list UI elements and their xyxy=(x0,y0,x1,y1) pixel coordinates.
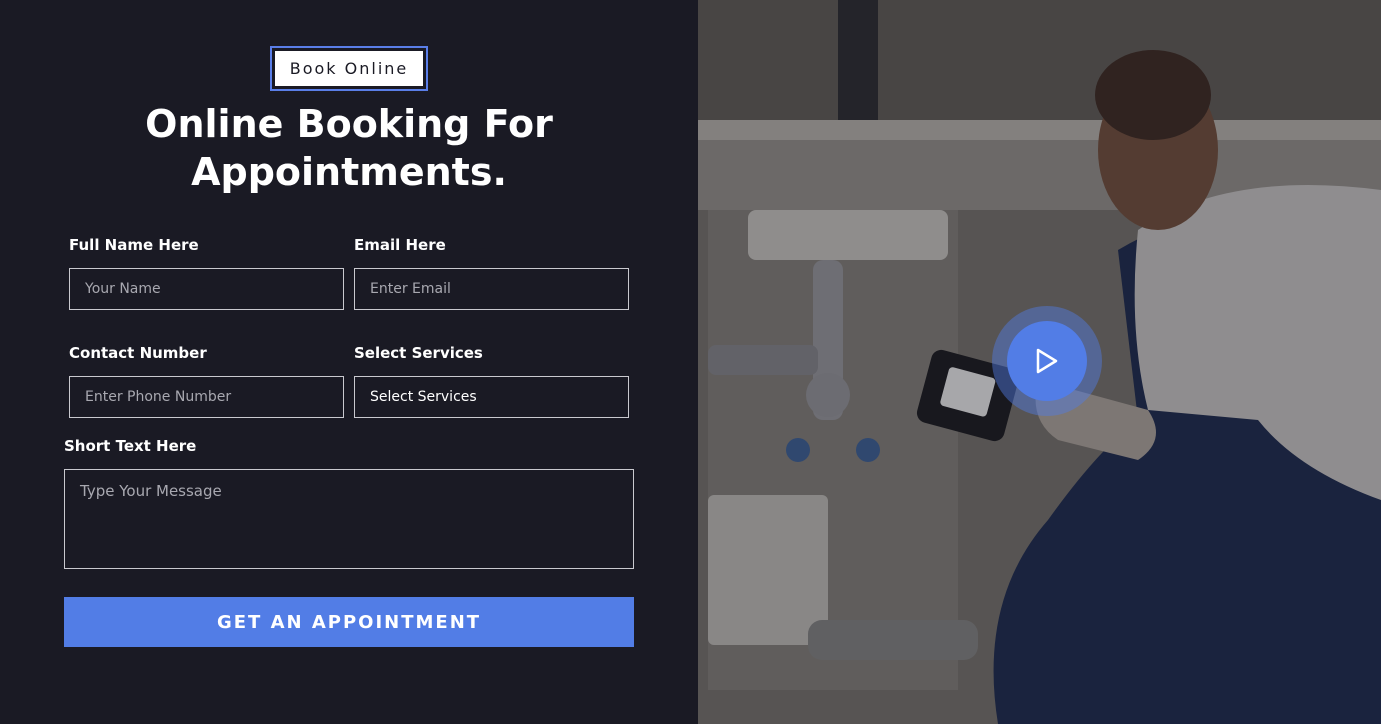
get-appointment-button[interactable]: GET AN APPOINTMENT xyxy=(64,597,634,647)
title-line-2: Appointments. xyxy=(191,150,507,194)
message-textarea[interactable]: Type Your Message xyxy=(64,469,634,569)
email-label: Email Here xyxy=(354,236,446,254)
play-icon xyxy=(1036,348,1058,374)
play-video-button[interactable] xyxy=(992,306,1102,416)
email-input[interactable]: Enter Email xyxy=(354,268,629,310)
video-panel xyxy=(698,0,1381,724)
full-name-label: Full Name Here xyxy=(69,236,199,254)
play-button-core xyxy=(1007,321,1087,401)
book-online-badge: Book Online xyxy=(270,46,428,91)
booking-panel: Book Online Online Booking For Appointme… xyxy=(0,0,698,724)
phone-input[interactable]: Enter Phone Number xyxy=(69,376,344,418)
message-label: Short Text Here xyxy=(64,437,197,455)
full-name-input[interactable]: Your Name xyxy=(69,268,344,310)
badge-label: Book Online xyxy=(275,51,423,86)
title-line-1: Online Booking For xyxy=(145,102,553,146)
services-select[interactable]: Select Services xyxy=(354,376,629,418)
select-services-label: Select Services xyxy=(354,344,483,362)
contact-number-label: Contact Number xyxy=(69,344,207,362)
page-title: Online Booking For Appointments. xyxy=(0,100,698,196)
